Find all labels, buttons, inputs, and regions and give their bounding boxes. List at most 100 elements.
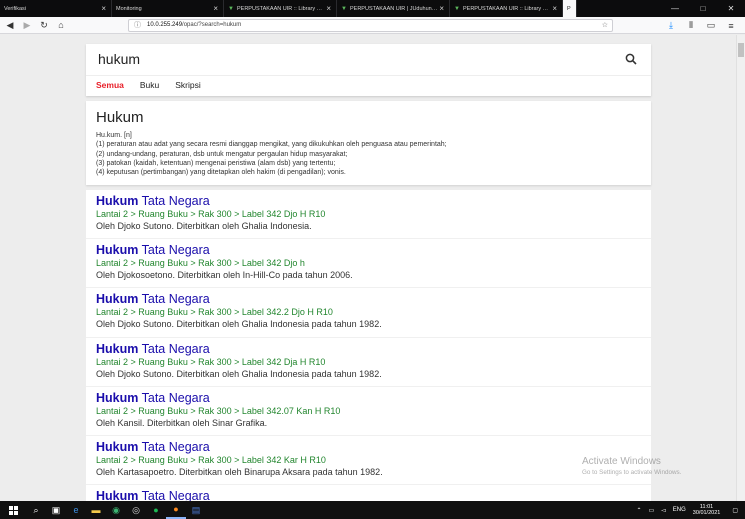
browser-tab[interactable]: Monitoring × [112, 0, 224, 17]
close-tab-icon[interactable]: × [101, 4, 106, 13]
tab-buku[interactable]: Buku [140, 80, 159, 90]
browser-tab[interactable]: Verifikasi × [0, 0, 112, 17]
result-location: Lantai 2 > Ruang Buku > Rak 300 > Label … [96, 258, 305, 269]
info-icon[interactable]: ⓘ [134, 20, 141, 31]
result-description: Oleh Kartasapoetro. Diterbitkan oleh Bin… [96, 466, 383, 477]
close-tab-icon[interactable]: × [213, 4, 218, 13]
result-item: Hukum Tata Negara Lantai 2 > Ruang Buku … [86, 387, 651, 436]
sidebar-icon[interactable]: ▭ [701, 20, 721, 31]
library-icon[interactable]: ⫴ [681, 20, 701, 31]
result-title-link[interactable]: Hukum Tata Negara [96, 489, 641, 501]
watermark-subtitle: Go to Settings to activate Windows. [582, 469, 682, 476]
app-icon[interactable]: ◉ [106, 501, 126, 519]
result-item: Hukum Tata Negara [86, 485, 651, 501]
close-window-icon[interactable]: ✕ [717, 0, 745, 17]
result-title-match: Hukum [96, 390, 139, 405]
result-item: Hukum Tata Negara Lantai 2 > Ruang Buku … [86, 190, 651, 240]
close-tab-icon[interactable]: × [552, 4, 557, 13]
result-title-rest: Tata Negara [141, 390, 210, 405]
edge-icon[interactable]: e [66, 501, 86, 519]
window-controls: — □ ✕ [661, 0, 745, 17]
browser-tab[interactable]: ▼ PERPUSTAKAAN UIR | JUduhun… × [337, 0, 450, 17]
tray-chevron-icon[interactable]: ⌃ [636, 507, 641, 514]
network-icon[interactable]: ▭ [648, 507, 654, 514]
url-host: 10.0.255.249 [147, 22, 183, 28]
result-title-rest: Tata Negara [141, 292, 210, 307]
file-explorer-icon[interactable]: ▬ [86, 501, 106, 519]
scrollbar-thumb[interactable] [738, 43, 744, 57]
tab-title: Verifikasi [4, 5, 27, 12]
result-description: Oleh Djoko Sutono. Diterbitkan oleh Ghal… [96, 368, 382, 379]
tab-title: PERPUSTAKAAN UIR :: Library … [237, 5, 323, 12]
result-item: Hukum Tata Negara Lantai 2 > Ruang Buku … [86, 436, 651, 486]
result-title-rest: Tata Negara [141, 243, 210, 258]
activate-windows-watermark: Activate Windows Go to Settings to activ… [582, 456, 681, 476]
tab-title: P [567, 5, 571, 12]
result-title-link[interactable]: Hukum Tata Negara [96, 342, 641, 356]
result-title-match: Hukum [96, 292, 139, 307]
close-tab-icon[interactable]: × [439, 4, 444, 13]
back-button[interactable]: ◀ [3, 20, 17, 31]
url-path: /opac/?search=hukum [182, 22, 242, 28]
result-item: Hukum Tata Negara Lantai 2 > Ruang Buku … [86, 338, 651, 387]
firefox-icon[interactable]: ● [166, 501, 186, 519]
tab-semua[interactable]: Semua [96, 80, 124, 90]
task-view-icon[interactable]: ▣ [46, 501, 66, 519]
minimize-icon[interactable]: — [661, 0, 689, 17]
tab-title: Monitoring [116, 5, 142, 12]
settings-taskbar-icon[interactable]: ◎ [126, 501, 146, 519]
results-list: Hukum Tata Negara Lantai 2 > Ruang Buku … [86, 190, 651, 501]
result-title-rest: Tata Negara [141, 439, 210, 454]
volume-icon[interactable]: ◅ [661, 507, 666, 514]
result-title-link[interactable]: Hukum Tata Negara [96, 391, 641, 405]
windows-start-icon[interactable] [0, 501, 26, 519]
favicon-icon: ▼ [454, 5, 460, 12]
result-title-match: Hukum [96, 243, 139, 258]
definition-line: (3) patokan (kaidah, ketentuan) mengenai… [96, 159, 336, 167]
nav-toolbar-right: ⤓ ⫴ ▭ ≡ [661, 17, 741, 34]
result-description: Oleh Djoko Sutono. Diterbitkan oleh Ghal… [96, 221, 312, 231]
notification-icon[interactable]: ▢ [732, 507, 738, 514]
result-item: Hukum Tata Negara Lantai 2 > Ruang Buku … [86, 239, 651, 289]
close-tab-icon[interactable]: × [326, 4, 331, 13]
browser-tab-strip: Verifikasi × Monitoring × ▼ PERPUSTAKAAN… [0, 0, 745, 17]
reload-button[interactable]: ↻ [37, 20, 51, 31]
language-indicator[interactable]: ENG [673, 507, 686, 513]
browser-tab[interactable]: ▼ PERPUSTAKAAN UIR :: Library … × [224, 0, 337, 17]
url-bar[interactable]: ⓘ 10.0.255.249/opac/?search=hukum ☆ [128, 19, 613, 32]
clock[interactable]: 11:01 30/01/2021 [693, 504, 721, 517]
result-title-link[interactable]: Hukum Tata Negara [96, 194, 641, 208]
divider [86, 75, 651, 76]
bookmark-star-icon[interactable]: ☆ [602, 20, 608, 31]
result-title-link[interactable]: Hukum Tata Negara [96, 243, 641, 257]
word-icon[interactable]: ▤ [186, 501, 206, 519]
search-input[interactable] [98, 51, 598, 67]
result-title-link[interactable]: Hukum Tata Negara [96, 292, 641, 306]
search-icon[interactable] [625, 53, 637, 65]
favicon-icon: ▼ [228, 5, 234, 12]
browser-tab-active[interactable]: P [563, 0, 577, 17]
result-title-link[interactable]: Hukum Tata Negara [96, 440, 641, 454]
system-tray: ⌃ ▭ ◅ ENG 11:01 30/01/2021 ▢ [636, 501, 745, 519]
definition-line: (4) keputusan (pertimbangan) yang diteta… [96, 169, 346, 177]
clock-date: 30/01/2021 [692, 510, 721, 516]
windows-taskbar: ⌕ ▣ e ▬ ◉ ◎ ● ● ▤ ⌃ ▭ ◅ ENG 11:01 30/01/… [0, 501, 745, 519]
tab-skripsi[interactable]: Skripsi [175, 80, 201, 90]
result-item: Hukum Tata Negara Lantai 2 > Ruang Buku … [86, 288, 651, 338]
download-icon[interactable]: ⤓ [661, 20, 681, 31]
page-scrollbar[interactable] [736, 35, 745, 501]
spotify-icon[interactable]: ● [146, 501, 166, 519]
result-description: Oleh Kansil. Diterbitkan oleh Sinar Graf… [96, 417, 268, 428]
menu-icon[interactable]: ≡ [721, 21, 741, 31]
forward-button[interactable]: ▶ [20, 20, 34, 31]
search-filter-tabs: Semua Buku Skripsi [96, 80, 217, 90]
result-description: Oleh Djokosoetono. Diterbitkan oleh In-H… [96, 270, 353, 281]
search-taskbar-icon[interactable]: ⌕ [26, 501, 46, 519]
result-title-match: Hukum [96, 341, 139, 356]
result-description: Oleh Djoko Sutono. Diterbitkan oleh Ghal… [96, 319, 382, 330]
maximize-icon[interactable]: □ [689, 0, 717, 17]
result-title-rest: Tata Negara [141, 489, 210, 501]
home-button[interactable]: ⌂ [54, 20, 68, 30]
browser-tab[interactable]: ▼ PERPUSTAKAAN UIR :: Library … × [450, 0, 563, 17]
definition-title: Hukum [96, 109, 144, 126]
